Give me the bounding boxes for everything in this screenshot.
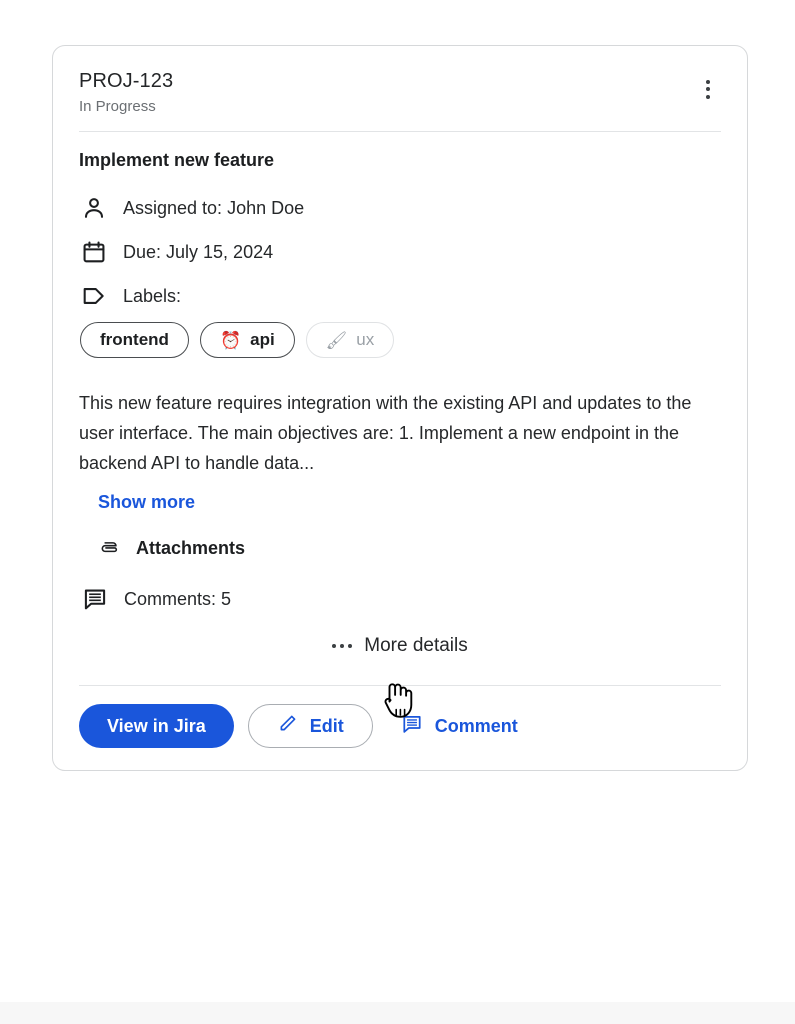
calendar-icon — [79, 239, 123, 265]
paintbrush-icon: 🖌 — [325, 330, 348, 350]
label-chip-ux[interactable]: 🖌 ux — [305, 322, 395, 358]
header-text-group: PROJ-123 In Progress — [79, 68, 173, 118]
ellipsis-dot — [332, 644, 337, 648]
meta-row-assignee: Assigned to: John Doe — [79, 186, 721, 230]
ellipsis-icon — [332, 644, 353, 648]
alarm-clock-icon: ⏰ — [219, 330, 242, 350]
label-chip-list: frontend ⏰ api 🖌 ux — [79, 322, 721, 358]
comment-button[interactable]: Comment — [387, 704, 526, 748]
person-icon — [79, 195, 123, 221]
page-background: PROJ-123 In Progress Implement new featu… — [0, 0, 795, 1024]
card-header: PROJ-123 In Progress — [53, 46, 747, 118]
paperclip-icon — [98, 537, 136, 559]
label-chip-api[interactable]: ⏰ api — [199, 322, 295, 358]
issue-title: Implement new feature — [79, 150, 275, 170]
comment-label: Comment — [434, 715, 518, 736]
kebab-menu-icon[interactable] — [695, 74, 721, 104]
more-details-button[interactable]: More details — [79, 634, 721, 658]
label-chip-text: ux — [356, 330, 375, 349]
pencil-icon — [277, 713, 298, 739]
kebab-dot — [706, 94, 710, 99]
meta-row-due-date: Due: July 15, 2024 — [79, 230, 721, 274]
view-in-jira-button[interactable]: View in Jira — [79, 704, 234, 748]
view-in-jira-label: View in Jira — [107, 715, 206, 736]
show-more-link[interactable]: Show more — [98, 490, 195, 514]
tag-icon — [79, 283, 123, 309]
labels-text: Labels: — [123, 286, 182, 306]
label-chip-text: frontend — [100, 330, 169, 349]
attachments-row[interactable]: Attachments — [79, 536, 721, 560]
comments-count-label: Comments: 5 — [124, 589, 232, 609]
meta-row-labels: Labels: — [79, 274, 721, 318]
kebab-dot — [706, 87, 710, 91]
jira-issue-card: PROJ-123 In Progress Implement new featu… — [52, 45, 748, 771]
card-body: Implement new feature Assigned to: John … — [53, 132, 747, 658]
issue-key: PROJ-123 — [79, 70, 174, 92]
due-date-text: Due: July 15, 2024 — [123, 242, 274, 262]
issue-description: This new feature requires integration wi… — [79, 393, 692, 473]
card-footer: View in Jira Edit Comment — [53, 686, 747, 770]
label-chip-frontend[interactable]: frontend — [80, 322, 189, 358]
comment-icon — [80, 586, 124, 612]
comment-icon — [401, 713, 423, 740]
kebab-dot — [706, 79, 710, 84]
edit-button[interactable]: Edit — [247, 704, 373, 748]
more-details-label: More details — [364, 635, 468, 656]
issue-status: In Progress — [79, 98, 156, 115]
comments-row: Comments: 5 — [79, 586, 721, 612]
ellipsis-dot — [348, 644, 353, 648]
bottom-strip — [0, 1002, 795, 1024]
assignee-text: Assigned to: John Doe — [123, 198, 305, 218]
ellipsis-dot — [340, 644, 345, 648]
attachments-label: Attachments — [136, 538, 246, 558]
edit-label: Edit — [309, 715, 344, 736]
label-chip-text: api — [250, 330, 275, 349]
